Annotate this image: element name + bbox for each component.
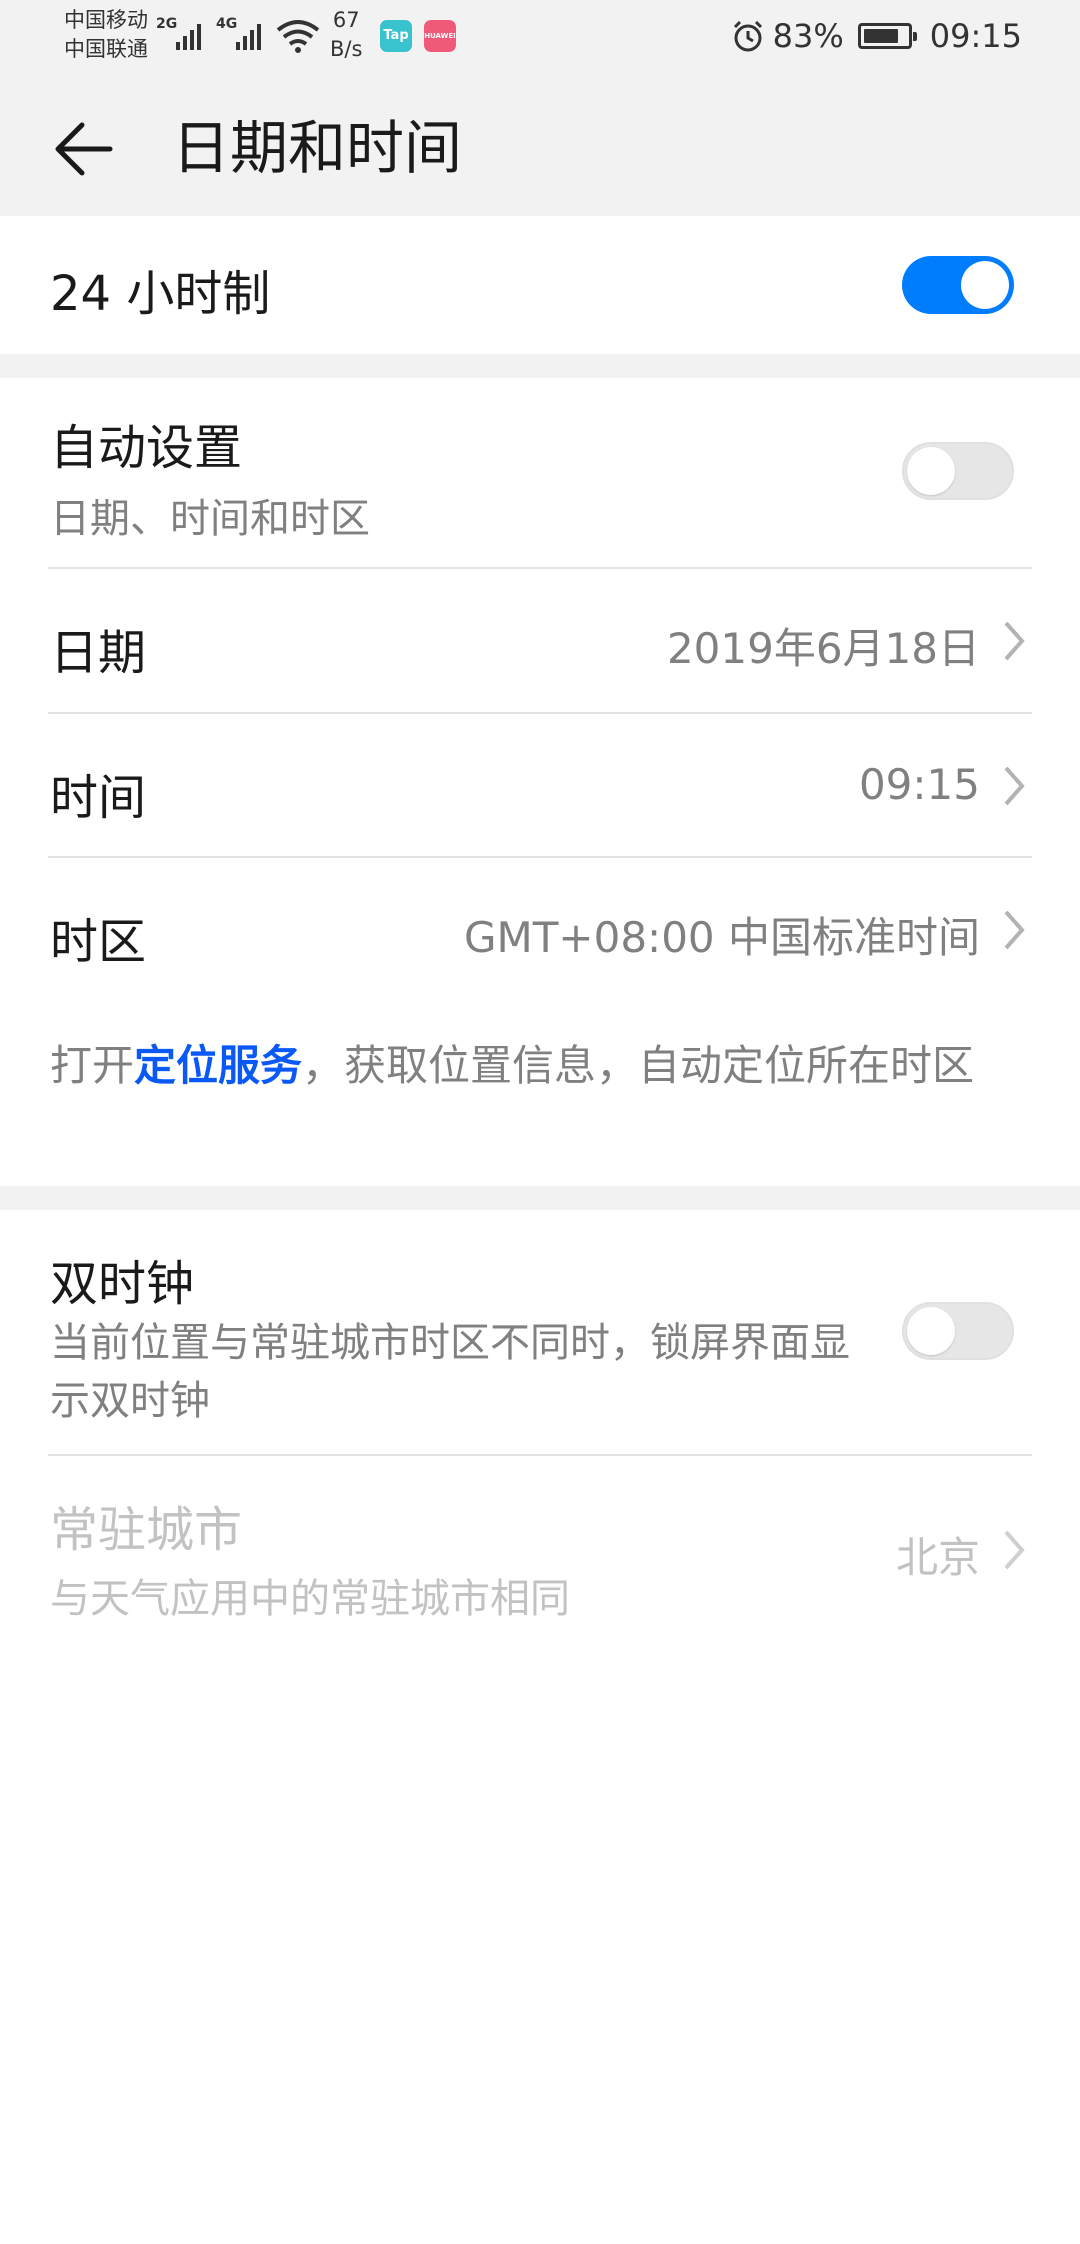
hint-suffix: ，获取位置信息，自动定位所在时区 [302, 1041, 975, 1090]
hour24-label: 24 小时制 [50, 266, 271, 322]
timezone-row[interactable]: 时区 GMT+08:00 中国标准时间 [0, 858, 1080, 1002]
hint-prefix: 打开 [50, 1041, 135, 1090]
alarm-icon [733, 20, 762, 52]
time-row[interactable]: 时间 09:15 [0, 714, 1080, 856]
auto-set-row[interactable]: 自动设置 日期、时间和时区 [0, 378, 1080, 568]
status-right: 83% 09:15 [731, 12, 1022, 60]
time-value: 09:15 [858, 760, 980, 809]
dual-clock-row[interactable]: 双时钟 当前位置与常驻城市时区不同时，锁屏界面显示双时钟 [0, 1210, 1080, 1454]
dual-clock-label: 双时钟 [50, 1256, 195, 1312]
svg-text:4G: 4G [216, 16, 237, 32]
network-speed: 67 B/s [330, 6, 362, 64]
auto-set-toggle[interactable] [902, 442, 1014, 500]
page-title: 日期和时间 [172, 114, 463, 182]
dual-clock-sub: 当前位置与常驻城市时区不同时，锁屏界面显示双时钟 [50, 1320, 850, 1424]
app-header: 日期和时间 [0, 76, 1080, 216]
home-city-value: 北京 [895, 1533, 980, 1582]
carrier-names: 中国移动 中国联通 [64, 6, 148, 64]
battery-icon [857, 23, 917, 49]
carrier-1: 中国移动 [64, 8, 148, 32]
net-speed-value: 67 [332, 8, 360, 32]
auto-set-sub: 日期、时间和时区 [50, 496, 370, 542]
dual-clock-toggle[interactable] [902, 1302, 1014, 1360]
chevron-right-icon [1004, 766, 1025, 806]
status-time: 09:15 [929, 17, 1022, 55]
time-label: 时间 [50, 770, 147, 826]
section-gap [0, 354, 1080, 378]
chevron-right-icon [1004, 621, 1025, 661]
timezone-value: GMT+08:00 中国标准时间 [463, 913, 980, 962]
location-service-link[interactable]: 定位服务 [134, 1041, 302, 1090]
huawei-app-icon: HUAWEI [424, 20, 456, 52]
timezone-label: 时区 [50, 914, 147, 970]
home-city-sub: 与天气应用中的常驻城市相同 [50, 1576, 570, 1622]
net-speed-unit: B/s [330, 37, 363, 61]
date-row[interactable]: 日期 2019年6月18日 [0, 569, 1080, 712]
wifi-icon [276, 20, 320, 53]
date-value: 2019年6月18日 [666, 624, 980, 673]
battery-percent: 83% [772, 17, 844, 55]
signal-2g-icon: 2G [156, 16, 201, 50]
chevron-right-icon [1004, 910, 1025, 950]
hour24-toggle[interactable] [902, 256, 1014, 314]
location-hint: 打开定位服务，获取位置信息，自动定位所在时区 [50, 1034, 1010, 1098]
auto-set-label: 自动设置 [50, 420, 243, 476]
home-city-row[interactable]: 常驻城市 与天气应用中的常驻城市相同 北京 [0, 1456, 1080, 1636]
hour24-row[interactable]: 24 小时制 [0, 216, 1080, 354]
carrier-2: 中国联通 [64, 37, 148, 61]
taptap-app-icon: Tap [380, 20, 412, 52]
signal-4g-icon: 4G [216, 16, 261, 50]
chevron-right-icon [1004, 1530, 1025, 1570]
back-arrow-icon[interactable] [50, 114, 120, 184]
status-bar: 中国移动 中国联通 2G 4G 67 B/s Tap HUAWEI 83% 09… [0, 0, 1080, 76]
date-label: 日期 [50, 625, 147, 681]
svg-text:2G: 2G [156, 16, 177, 32]
section-gap [0, 1186, 1080, 1210]
home-city-label: 常驻城市 [50, 1502, 243, 1558]
